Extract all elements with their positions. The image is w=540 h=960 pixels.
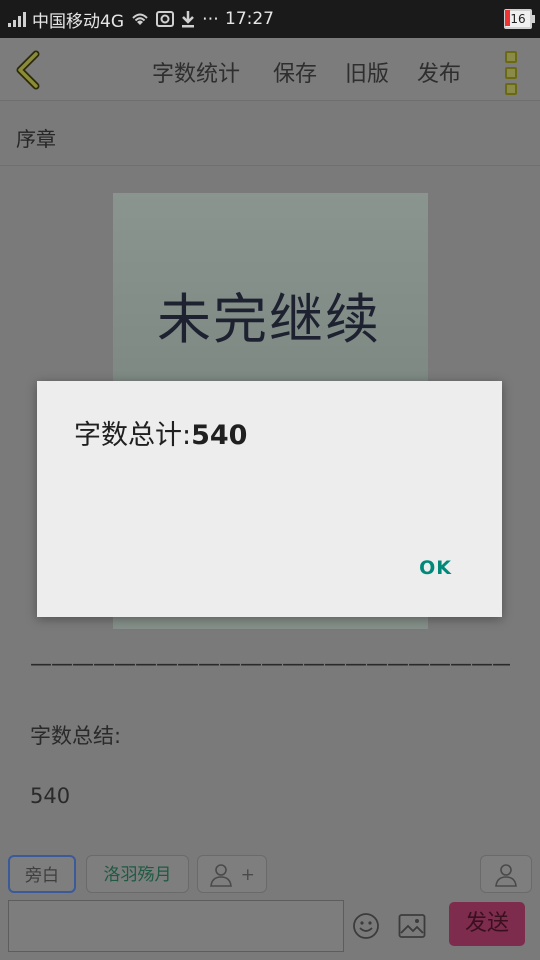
send-button[interactable]: 发送 (449, 902, 525, 946)
chapter-title-row[interactable]: 序章 (0, 101, 540, 166)
dialog-ok-button[interactable]: OK (419, 557, 452, 579)
battery-level: 16 (510, 12, 526, 26)
dialog-message: 字数总计:540 (74, 413, 247, 452)
emoji-icon[interactable] (352, 912, 380, 940)
add-user-icon (210, 864, 233, 887)
user-icon (495, 864, 517, 887)
chapter-title: 序章 (16, 127, 56, 151)
summary-value: 540 (30, 784, 71, 808)
character-chip[interactable]: 洛羽殇月 (86, 855, 189, 893)
word-count-dialog: 字数总计:540 OK (37, 381, 502, 617)
text-divider: —————————————————————————— (30, 652, 510, 677)
download-icon (182, 11, 194, 28)
cover-image-text: 未完继续 (157, 288, 381, 351)
old-version-button[interactable]: 旧版 (345, 56, 389, 88)
save-button[interactable]: 保存 (273, 56, 317, 88)
sync-icon (156, 11, 174, 27)
narration-chip[interactable]: 旁白 (8, 855, 76, 893)
dialog-count: 540 (191, 420, 248, 451)
image-icon[interactable] (398, 913, 426, 939)
status-bar: 中国移动4G ⋯ 17:27 16 (0, 0, 540, 38)
signal-icon (8, 11, 26, 27)
add-character-button[interactable]: + (197, 855, 267, 893)
more-notifications-icon: ⋯ (202, 9, 219, 29)
battery-icon: 16 (504, 9, 535, 29)
clock: 17:27 (225, 9, 274, 29)
back-icon[interactable] (10, 50, 50, 90)
editor-toolbar: 字数统计 保存 旧版 发布 (0, 38, 540, 101)
publish-button[interactable]: 发布 (417, 56, 461, 88)
wifi-icon (132, 13, 148, 25)
add-symbol: + (240, 865, 255, 885)
dialog-prefix: 字数总计: (74, 420, 192, 451)
user-role-button[interactable] (480, 855, 532, 893)
carrier-label: 中国移动4G (32, 11, 124, 32)
summary-label: 字数总结: (30, 724, 122, 748)
message-input[interactable] (8, 900, 344, 952)
more-menu-icon[interactable] (500, 48, 522, 95)
word-count-button[interactable]: 字数统计 (152, 56, 240, 88)
